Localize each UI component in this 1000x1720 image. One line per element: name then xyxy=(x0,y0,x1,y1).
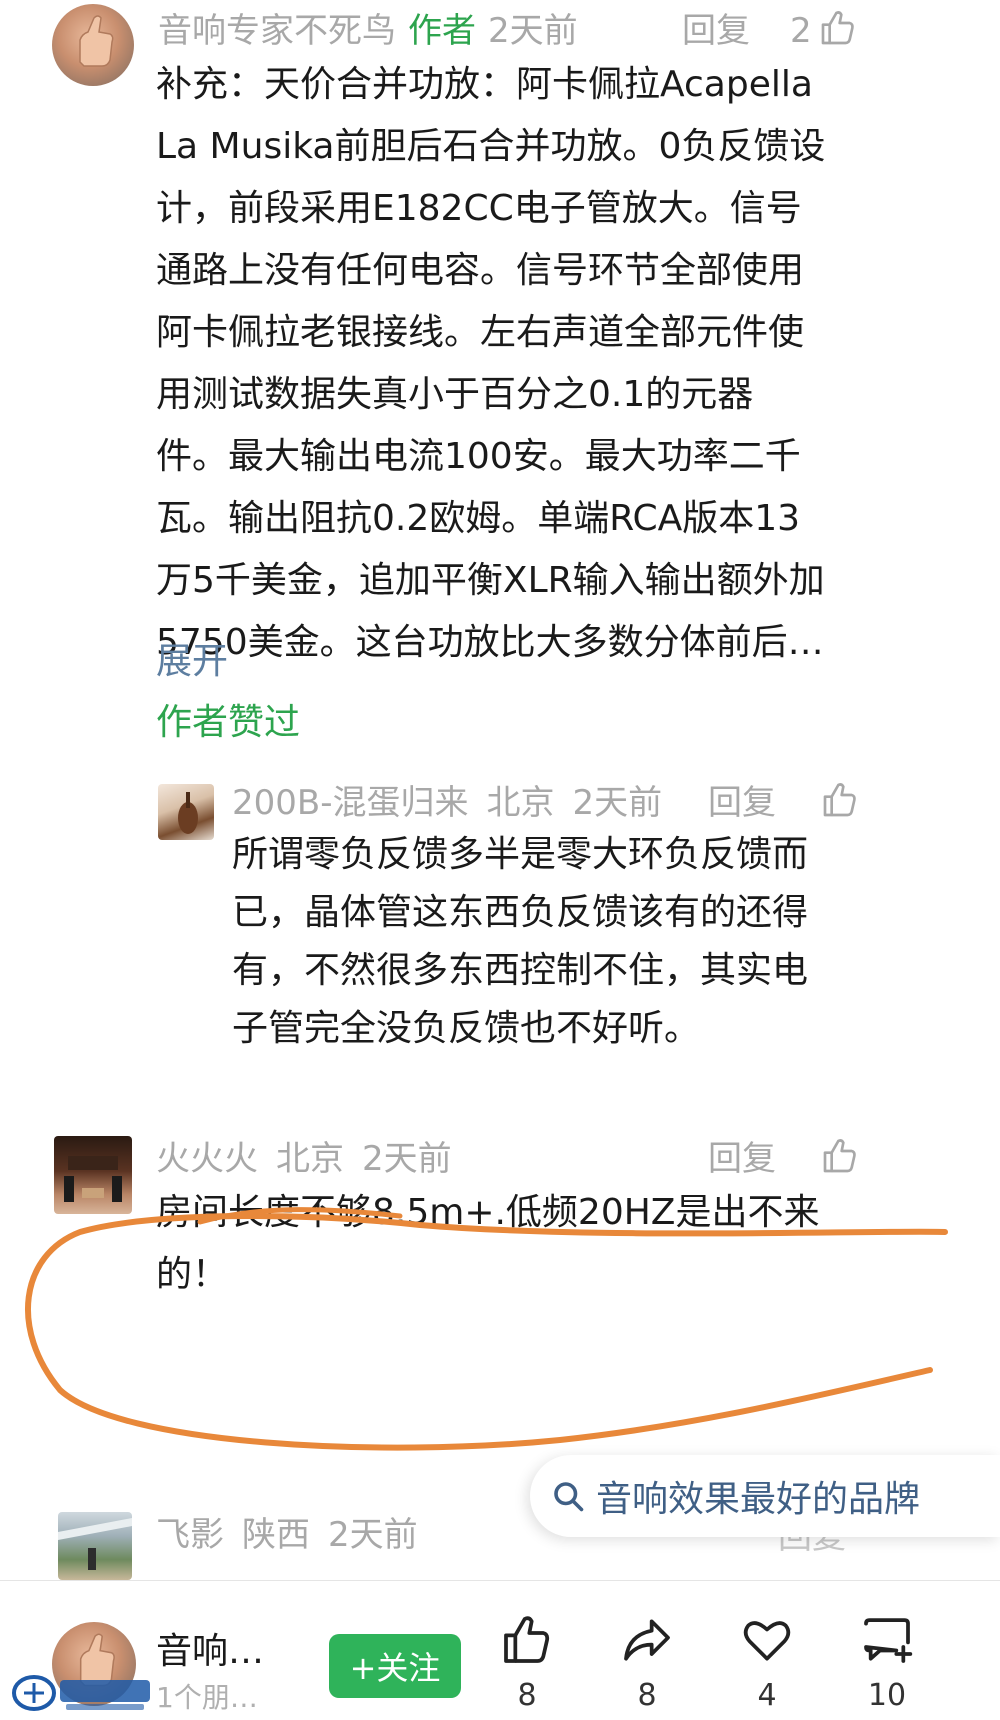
author-subtitle: 1个朋… xyxy=(156,1681,258,1714)
comment-meta: 飞影 陕西 2天前 xyxy=(156,1518,418,1552)
like-action[interactable]: 8 xyxy=(482,1612,572,1713)
favorite-action[interactable]: 4 xyxy=(722,1612,812,1713)
search-icon xyxy=(554,1482,584,1512)
forum-watermark-logo xyxy=(12,1675,150,1711)
timestamp: 2天前 xyxy=(328,1515,418,1555)
comment-plus-icon xyxy=(864,1618,913,1663)
heart-icon xyxy=(743,1621,791,1661)
share-count: 8 xyxy=(637,1678,657,1713)
like-count: 8 xyxy=(517,1678,537,1713)
avatar[interactable] xyxy=(58,1512,132,1580)
share-action[interactable]: 8 xyxy=(602,1612,692,1713)
author-name[interactable]: 音响… xyxy=(156,1622,264,1674)
search-suggestion-chip[interactable]: 音响效果最好的品牌 xyxy=(530,1455,1000,1537)
favorite-count: 4 xyxy=(757,1678,777,1713)
search-suggestion-text: 音响效果最好的品牌 xyxy=(596,1479,921,1520)
comment-count: 10 xyxy=(867,1678,907,1713)
thumbs-up-icon xyxy=(504,1616,550,1663)
username[interactable]: 飞影 xyxy=(156,1515,224,1555)
share-icon xyxy=(624,1619,670,1661)
follow-button[interactable]: +关注 xyxy=(329,1634,461,1698)
comment-action[interactable]: 10 xyxy=(842,1612,932,1713)
location: 陕西 xyxy=(242,1515,310,1555)
